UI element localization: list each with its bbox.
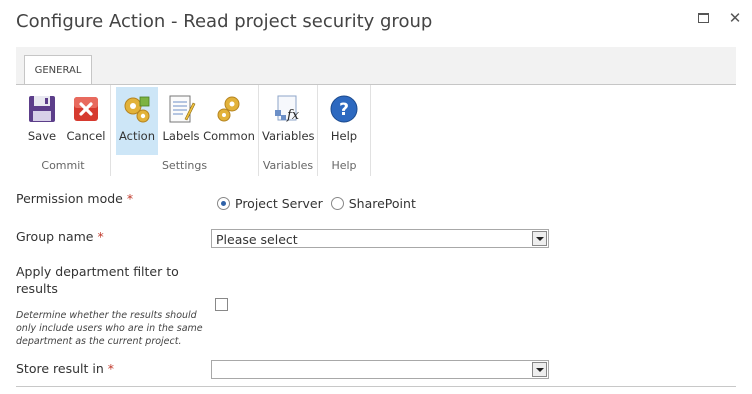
permission-mode-radios: Project Server SharePoint (217, 196, 424, 211)
help-label: Help (330, 129, 358, 143)
labels-notepad-icon (169, 95, 196, 123)
required-marker: * (107, 361, 114, 376)
department-filter-checkbox[interactable] (215, 298, 228, 311)
department-filter-description: Determine whether the results should onl… (16, 310, 203, 347)
tab-general[interactable]: GENERAL (24, 55, 92, 85)
variables-fx-icon: fx (275, 95, 300, 123)
group-label-variables: Variables (262, 159, 314, 172)
common-label: Common (203, 129, 255, 143)
labels-label: Labels (162, 129, 200, 143)
ribbon-group-settings: Action Labels Common Settings (111, 85, 259, 176)
ribbon-group-variables: fx Variables Variables (259, 85, 318, 176)
store-result-select[interactable] (211, 360, 549, 379)
variables-label: Variables (262, 129, 315, 143)
svg-text:?: ? (339, 100, 349, 120)
group-label-help: Help (331, 159, 357, 172)
ribbon-body: Save Cancel Commit Action Labels Common … (16, 84, 736, 176)
radio-sharepoint[interactable] (330, 197, 344, 210)
cancel-button[interactable]: Cancel (64, 87, 108, 155)
chevron-down-icon[interactable] (532, 362, 547, 377)
cancel-icon (74, 97, 98, 121)
divider (16, 386, 736, 387)
ribbon-group-help: ? Help Help (318, 85, 371, 176)
action-label: Action (118, 129, 156, 143)
group-name-label: Group name * (16, 229, 104, 244)
cancel-label: Cancel (66, 129, 106, 143)
help-button[interactable]: ? Help (324, 87, 364, 155)
radio-label-sharepoint[interactable]: SharePoint (349, 196, 416, 211)
save-label: Save (27, 129, 57, 143)
maximize-icon[interactable] (694, 9, 712, 27)
radio-label-project-server[interactable]: Project Server (235, 196, 323, 211)
required-marker: * (97, 229, 104, 244)
store-result-label: Store result in * (16, 361, 114, 376)
svg-text:fx: fx (286, 108, 300, 123)
action-gears-icon (124, 96, 150, 123)
save-icon (29, 96, 55, 122)
required-marker: * (126, 191, 134, 206)
save-button[interactable]: Save (22, 87, 62, 155)
help-icon: ? (330, 95, 358, 123)
action-button[interactable]: Action (116, 87, 158, 155)
variables-button[interactable]: fx Variables (262, 87, 315, 155)
common-gear-icon (217, 96, 240, 122)
group-label-commit: Commit (41, 159, 85, 172)
group-name-select[interactable]: Please select (211, 229, 549, 248)
ribbon-group-commit: Save Cancel Commit (16, 85, 111, 176)
close-icon[interactable]: ✕ (726, 9, 744, 27)
chevron-down-icon[interactable] (532, 231, 547, 246)
group-name-value: Please select (216, 232, 298, 247)
group-label-settings: Settings (161, 159, 208, 172)
radio-project-server[interactable] (217, 197, 230, 210)
labels-button[interactable]: Labels (161, 87, 201, 155)
permission-mode-label: Permission mode * (16, 191, 134, 206)
department-filter-label: Apply department filter to results (16, 264, 179, 296)
ribbon: GENERAL Save Cancel Commit Action Labels… (16, 47, 736, 176)
dialog-title: Configure Action - Read project security… (16, 11, 433, 32)
common-button[interactable]: Common (203, 87, 255, 155)
